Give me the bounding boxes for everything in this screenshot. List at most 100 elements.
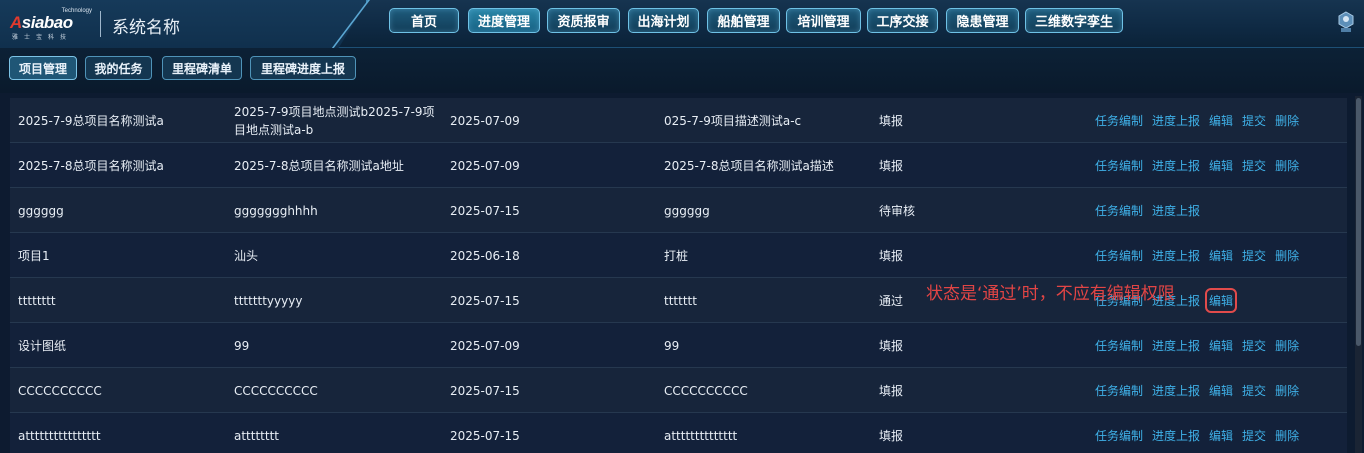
nav-button[interactable]: 三维数字孪生 xyxy=(1025,8,1123,33)
cell-c3: 2025-07-15 xyxy=(450,203,520,218)
action-link[interactable]: 进度上报 xyxy=(1152,247,1200,264)
action-link[interactable]: 编辑 xyxy=(1209,382,1233,399)
cell-c3: 2025-07-15 xyxy=(450,383,520,398)
cell-c4: 2025-7-8总项目名称测试a描述 xyxy=(664,158,834,173)
action-link[interactable]: 编辑 xyxy=(1209,247,1233,264)
action-link[interactable]: 进度上报 xyxy=(1152,382,1200,399)
action-link[interactable]: 编辑 xyxy=(1209,112,1233,129)
cell-c2: 2025-7-9项目地点测试b2025-7-9项目地点测试a-b xyxy=(234,104,435,137)
cell-c2: tttttttyyyyy xyxy=(234,293,303,308)
cell-c4: 打桩 xyxy=(664,248,689,263)
cell-c4: 025-7-9项目描述测试a-c xyxy=(664,113,802,128)
action-link[interactable]: 删除 xyxy=(1275,157,1299,174)
action-link[interactable]: 任务编制 xyxy=(1095,202,1143,219)
cell-c1: 2025-7-8总项目名称测试a xyxy=(18,158,164,173)
table-row: 2025-7-8总项目名称测试a 2025-7-8总项目名称测试a地址 2025-0… xyxy=(10,143,1347,188)
action-link[interactable]: 编辑 xyxy=(1209,427,1233,444)
action-link[interactable]: 删除 xyxy=(1275,337,1299,354)
cell-c4: CCCCCCCCCC xyxy=(664,383,748,398)
cell-c2: ggggggghhhh xyxy=(234,203,318,218)
table-row: CCCCCCCCCC CCCCCCCCCC 2025-07-15 CCCCCCCCCC… xyxy=(10,368,1347,413)
nav-button[interactable]: 首页 xyxy=(389,8,459,33)
table-row: 设计图纸 99 2025-07-09 99 填报 任务编制 进度上报 编辑 提交 删除 xyxy=(10,323,1347,368)
cell-c1: atttttttttttttttt xyxy=(18,428,101,443)
action-link[interactable]: 进度上报 xyxy=(1152,427,1200,444)
cell-c4: gggggg xyxy=(664,203,710,218)
logo-cn-text: 雅士宝科技 xyxy=(12,34,73,41)
cell-c4: ttttttt xyxy=(664,293,697,308)
company-logo: Technology Asiabao 雅士宝科技 xyxy=(10,8,92,41)
cell-c3: 2025-07-09 xyxy=(450,158,520,173)
action-link[interactable]: 任务编制 xyxy=(1095,337,1143,354)
cell-c2: 汕头 xyxy=(234,248,259,263)
action-link[interactable]: 提交 xyxy=(1242,157,1266,174)
cell-c1: 设计图纸 xyxy=(18,338,67,353)
nav-button[interactable]: 隐患管理 xyxy=(946,8,1019,33)
table-row: gggggg ggggggghhhh 2025-07-15 gggggg 待审核 任务编制… xyxy=(10,188,1347,233)
row-actions: 任务编制 进度上报 编辑 提交 删除 xyxy=(1095,98,1308,143)
cell-c5: 填报 xyxy=(879,428,904,443)
sub-tab[interactable]: 我的任务 xyxy=(85,56,152,80)
action-link[interactable]: 进度上报 xyxy=(1152,157,1200,174)
cell-c5: 待审核 xyxy=(879,203,916,218)
cell-c4: atttttttttttttt xyxy=(664,428,738,443)
sub-tab[interactable]: 项目管理 xyxy=(9,56,77,80)
cell-c1: CCCCCCCCCC xyxy=(18,383,102,398)
table-row: atttttttttttttttt atttttttt 2025-07-15 attt… xyxy=(10,413,1347,453)
sub-tab-bar: 项目管理 我的任务 里程碑清单 里程碑进度上报 xyxy=(0,48,1364,93)
cell-c4: 99 xyxy=(664,338,680,353)
action-link[interactable]: 编辑 xyxy=(1205,288,1238,313)
row-actions: 任务编制 进度上报 编辑 提交 删除 xyxy=(1095,233,1308,278)
cell-c3: 2025-06-18 xyxy=(450,248,520,263)
row-actions: 任务编制 进度上报 编辑 提交 删除 xyxy=(1095,323,1308,368)
nav-button[interactable]: 培训管理 xyxy=(786,8,861,33)
cell-c1: gggggg xyxy=(18,203,64,218)
cell-c3: 2025-07-09 xyxy=(450,338,520,353)
action-link[interactable]: 任务编制 xyxy=(1095,112,1143,129)
action-link[interactable]: 删除 xyxy=(1275,427,1299,444)
cell-c5: 填报 xyxy=(879,113,904,128)
sub-tab[interactable]: 里程碑清单 xyxy=(162,56,242,80)
top-header: Technology Asiabao 雅士宝科技 系统名称 首页 进度管理 资质报审… xyxy=(0,0,1364,48)
brand-divider xyxy=(100,11,101,37)
action-link[interactable]: 编辑 xyxy=(1209,337,1233,354)
action-link[interactable]: 提交 xyxy=(1242,112,1266,129)
cell-c3: 2025-07-09 xyxy=(450,113,520,128)
nav-button[interactable]: 出海计划 xyxy=(628,8,699,33)
cell-c3: 2025-07-15 xyxy=(450,293,520,308)
action-link[interactable]: 提交 xyxy=(1242,382,1266,399)
row-actions: 任务编制 进度上报 编辑 提交 删除 xyxy=(1095,143,1308,188)
action-link[interactable]: 删除 xyxy=(1275,247,1299,264)
nav-button[interactable]: 进度管理 xyxy=(468,8,540,33)
row-actions: 任务编制 进度上报 xyxy=(1095,188,1209,233)
action-link[interactable]: 删除 xyxy=(1275,382,1299,399)
scrollbar-thumb[interactable] xyxy=(1356,98,1361,346)
row-actions: 任务编制 进度上报 编辑 提交 删除 xyxy=(1095,368,1308,413)
logo-wordmark: Asiabao xyxy=(10,13,73,32)
action-link[interactable]: 进度上报 xyxy=(1152,202,1200,219)
action-link[interactable]: 任务编制 xyxy=(1095,427,1143,444)
cell-c5: 填报 xyxy=(879,248,904,263)
table-row: 项目1 汕头 2025-06-18 打桩 填报 任务编制 进度上报 编辑 提交 删除 xyxy=(10,233,1347,278)
table-row: 2025-7-9总项目名称测试a 2025-7-9项目地点测试b2025-7-9项… xyxy=(10,98,1347,143)
action-link[interactable]: 删除 xyxy=(1275,112,1299,129)
action-link[interactable]: 任务编制 xyxy=(1095,382,1143,399)
nav-button[interactable]: 船舶管理 xyxy=(707,8,780,33)
action-link[interactable]: 任务编制 xyxy=(1095,247,1143,264)
project-table: 2025-7-9总项目名称测试a 2025-7-9项目地点测试b2025-7-9项… xyxy=(10,98,1347,453)
action-link[interactable]: 编辑 xyxy=(1209,157,1233,174)
action-link[interactable]: 提交 xyxy=(1242,427,1266,444)
user-icon[interactable] xyxy=(1337,11,1355,33)
action-link[interactable]: 进度上报 xyxy=(1152,337,1200,354)
vertical-scrollbar[interactable] xyxy=(1355,96,1362,453)
nav-button[interactable]: 资质报审 xyxy=(547,8,620,33)
review-annotation: 状态是‘通过’时，不应有编辑权限 xyxy=(926,284,1175,304)
action-link[interactable]: 进度上报 xyxy=(1152,112,1200,129)
cell-c3: 2025-07-15 xyxy=(450,428,520,443)
action-link[interactable]: 任务编制 xyxy=(1095,157,1143,174)
nav-button[interactable]: 工序交接 xyxy=(867,8,938,33)
sub-tab[interactable]: 里程碑进度上报 xyxy=(250,56,356,80)
cell-c2: 2025-7-8总项目名称测试a地址 xyxy=(234,158,404,173)
action-link[interactable]: 提交 xyxy=(1242,247,1266,264)
action-link[interactable]: 提交 xyxy=(1242,337,1266,354)
